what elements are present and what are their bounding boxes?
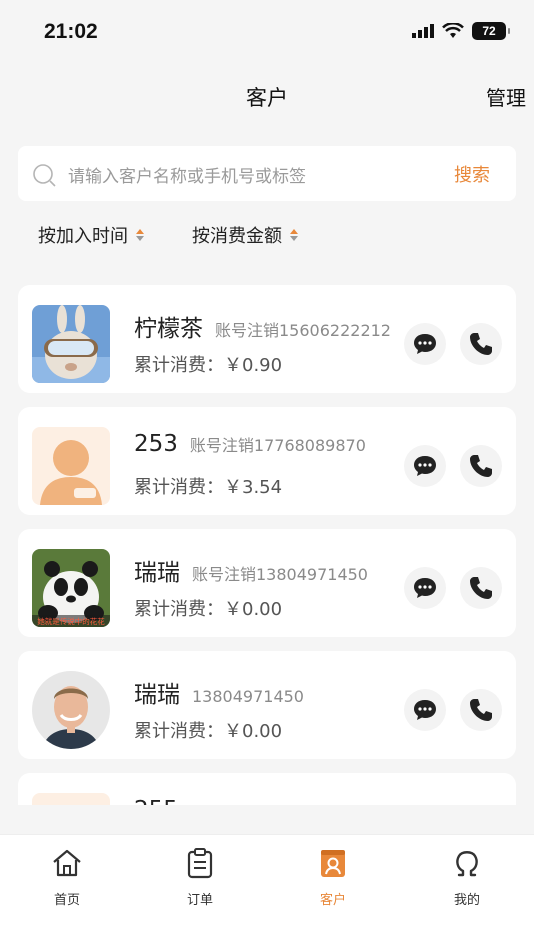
customer-spend: 累计消费：￥0.90 <box>134 355 283 376</box>
customer-spend: 累计消费：￥3.54 <box>134 477 283 498</box>
customer-name: 柠檬茶 账号注销15606222212 <box>134 316 391 342</box>
sort-label: 按加入时间 <box>38 226 128 247</box>
status-bar: 21:02 72 <box>0 0 534 62</box>
customer-name: 瑞瑞 账号注销13804971450 <box>134 560 368 586</box>
sort-label: 按消费金额 <box>192 226 282 247</box>
default-avatar <box>32 793 110 805</box>
order-icon <box>187 848 213 879</box>
default-avatar <box>32 427 110 505</box>
tab-customers[interactable]: 客户 <box>293 847 373 908</box>
phone-icon <box>470 699 492 721</box>
customer-name: 255 <box>134 797 178 805</box>
avatar <box>32 305 110 383</box>
chat-button[interactable] <box>404 689 446 731</box>
customer-name: 253 账号注销17768089870 <box>134 431 366 457</box>
customer-name: 瑞瑞 13804971450 <box>134 682 304 708</box>
customer-card[interactable]: 瑞瑞 13804971450 累计消费：￥0.00 <box>18 651 516 759</box>
customer-card[interactable]: 柠檬茶 账号注销15606222212 累计消费：￥0.90 <box>18 285 516 393</box>
sort-arrows-icon <box>290 229 298 241</box>
tab-label: 订单 <box>186 893 213 908</box>
signal-icon <box>412 24 434 38</box>
chat-icon <box>414 334 436 354</box>
customer-icon <box>321 850 345 877</box>
tab-label: 客户 <box>319 893 346 908</box>
search-button[interactable]: 搜索 <box>454 161 490 187</box>
call-button[interactable] <box>460 689 502 731</box>
customer-account: 账号注销17768089870 <box>189 436 366 455</box>
chat-button[interactable] <box>404 567 446 609</box>
customer-card[interactable]: 255 <box>18 773 516 805</box>
customer-list: 柠檬茶 账号注销15606222212 累计消费：￥0.90 253 账号注销177… <box>18 285 516 805</box>
chat-button[interactable] <box>404 445 446 487</box>
nav-bar: 客户 管理 <box>0 72 534 118</box>
tab-bar: 首页 订单 客户 我的 <box>0 834 534 950</box>
tab-profile[interactable]: 我的 <box>427 847 507 908</box>
phone-icon <box>470 577 492 599</box>
sort-by-spend[interactable]: 按消费金额 <box>192 222 298 248</box>
avatar: 她就是传说中的花花 <box>32 549 110 627</box>
chat-button[interactable] <box>404 323 446 365</box>
customer-account: 账号注销15606222212 <box>215 321 391 340</box>
call-button[interactable] <box>460 323 502 365</box>
search-bar[interactable]: 请输入客户名称或手机号或标签 搜索 <box>18 146 516 201</box>
page-title: 客户 <box>246 86 288 110</box>
chat-icon <box>414 578 436 598</box>
tab-label: 我的 <box>453 893 480 908</box>
customer-spend: 累计消费：￥0.00 <box>134 721 283 742</box>
profile-icon <box>456 851 478 877</box>
customer-spend: 累计消费：￥0.00 <box>134 599 283 620</box>
customer-account: 账号注销13804971450 <box>192 565 368 584</box>
phone-icon <box>470 455 492 477</box>
customer-account: 13804971450 <box>192 687 304 706</box>
battery-icon: 72 <box>472 22 510 40</box>
search-icon <box>33 164 56 187</box>
call-button[interactable] <box>460 567 502 609</box>
status-icons: 72 <box>412 22 510 40</box>
customer-card[interactable]: 253 账号注销17768089870 累计消费：￥3.54 <box>18 407 516 515</box>
customer-card[interactable]: 她就是传说中的花花 瑞瑞 账号注销13804971450 累计消费：￥0.00 <box>18 529 516 637</box>
tab-home[interactable]: 首页 <box>27 847 107 908</box>
home-icon <box>53 849 81 877</box>
avatar <box>32 671 110 749</box>
tab-orders[interactable]: 订单 <box>160 847 240 908</box>
chat-icon <box>414 456 436 476</box>
phone-icon <box>470 333 492 355</box>
svg-text:她就是传说中的花花: 她就是传说中的花花 <box>37 616 105 626</box>
call-button[interactable] <box>460 445 502 487</box>
tab-label: 首页 <box>53 893 80 908</box>
status-time: 21:02 <box>44 20 98 43</box>
manage-button[interactable]: 管理 <box>486 82 526 111</box>
wifi-icon <box>442 23 464 38</box>
sort-by-join-time[interactable]: 按加入时间 <box>38 222 144 248</box>
search-input[interactable]: 请输入客户名称或手机号或标签 <box>68 162 306 187</box>
sort-bar: 按加入时间 按消费金额 <box>38 222 298 248</box>
chat-icon <box>414 700 436 720</box>
sort-arrows-icon <box>136 229 144 241</box>
